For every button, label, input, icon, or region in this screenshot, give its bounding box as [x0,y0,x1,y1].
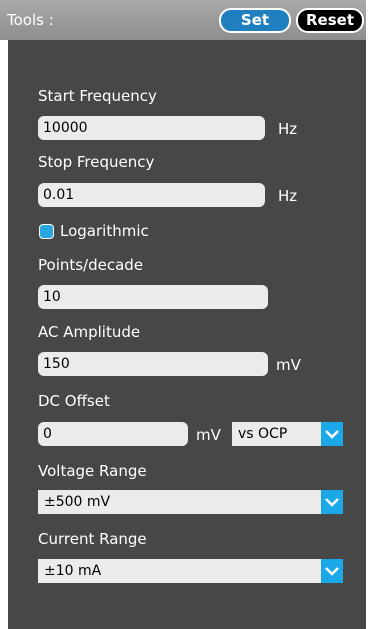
stop-frequency-label: Stop Frequency [38,153,155,171]
stop-frequency-unit: Hz [278,187,298,205]
chevron-down-icon[interactable] [321,490,343,514]
chevron-down-icon[interactable] [321,422,343,446]
set-button[interactable]: Set [219,8,291,33]
dc-offset-reference-value: vs OCP [238,426,288,442]
points-per-decade-label: Points/decade [38,256,144,274]
dc-offset-reference-select[interactable]: vs OCP [232,422,343,446]
voltage-range-select[interactable]: ±500 mV [38,490,343,514]
stop-frequency-input[interactable]: 0.01 [38,183,265,207]
chevron-down-icon[interactable] [321,559,343,583]
current-range-label: Current Range [38,530,147,548]
dc-offset-unit: mV [196,426,221,444]
start-frequency-unit: Hz [278,120,298,138]
ac-amplitude-input[interactable]: 150 [38,352,268,376]
start-frequency-input[interactable]: 10000 [38,116,265,140]
start-frequency-label: Start Frequency [38,87,157,105]
logarithmic-checkbox[interactable] [39,224,54,239]
voltage-range-value: ±500 mV [44,494,111,510]
ac-amplitude-label: AC Amplitude [38,323,141,341]
points-per-decade-input[interactable]: 10 [38,285,268,309]
settings-panel: Start Frequency 10000 Hz Stop Frequency … [8,40,366,629]
dc-offset-label: DC Offset [38,392,110,410]
current-range-value: ±10 mA [44,563,102,579]
ac-amplitude-unit: mV [276,356,301,374]
voltage-range-label: Voltage Range [38,462,147,480]
tools-header: Tools : Set Reset [0,0,366,40]
tools-window: Tools : Set Reset Start Frequency 10000 … [0,0,370,629]
current-range-select[interactable]: ±10 mA [38,559,343,583]
header-title: Tools : [7,11,54,29]
dc-offset-input[interactable]: 0 [38,422,188,446]
logarithmic-label: Logarithmic [60,222,149,240]
reset-button[interactable]: Reset [296,8,364,33]
